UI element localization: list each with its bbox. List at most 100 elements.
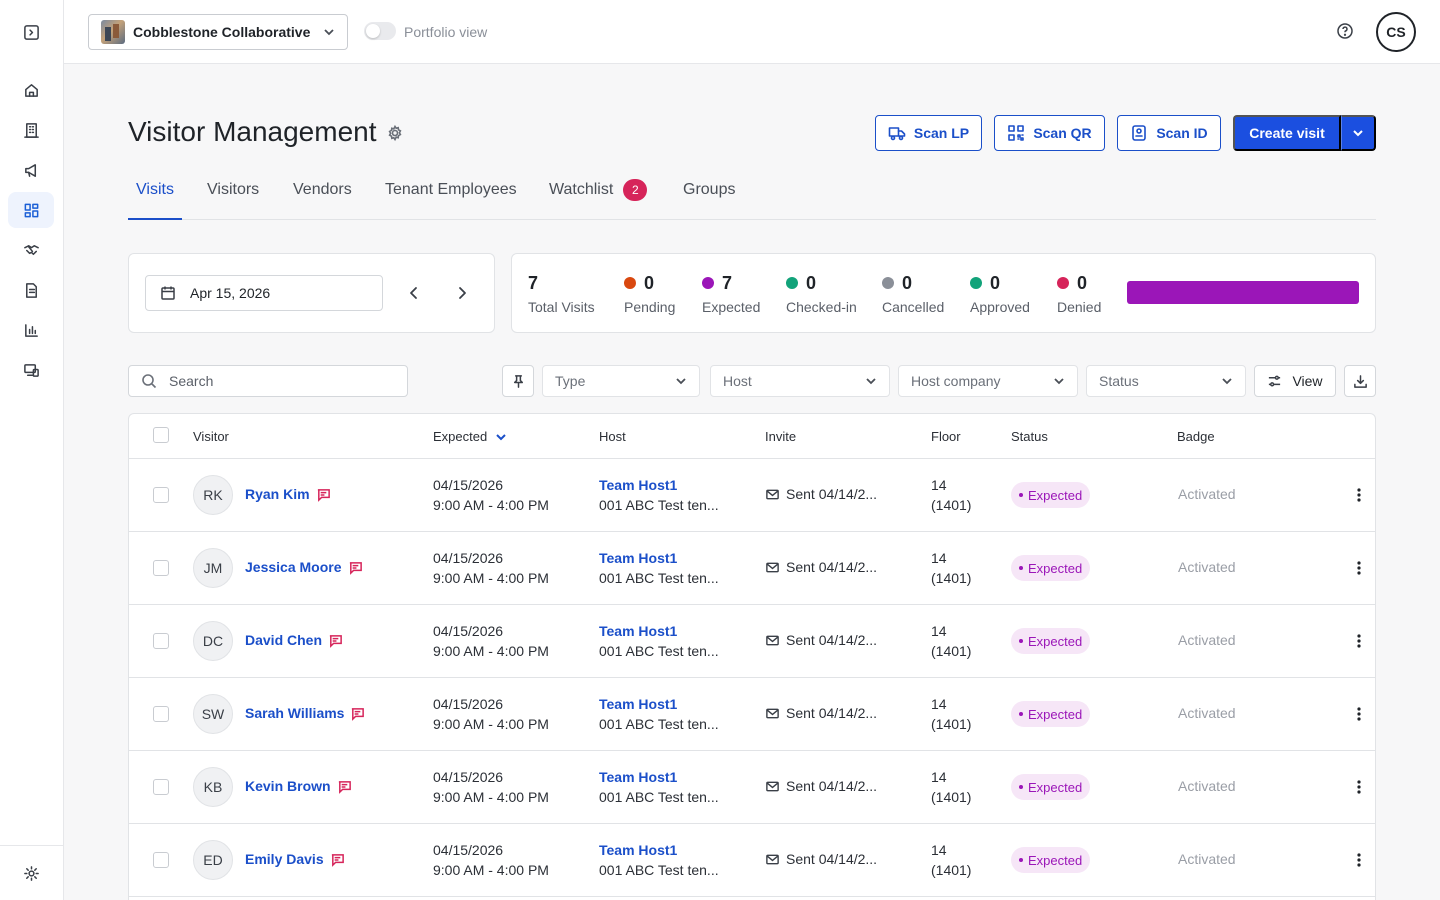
date-value: Apr 15, 2026 (190, 285, 271, 301)
row-actions-menu[interactable] (1351, 631, 1367, 651)
document-icon[interactable] (8, 272, 54, 308)
column-header-host[interactable]: Host (599, 429, 626, 444)
note-icon[interactable] (316, 487, 331, 502)
column-header-expected[interactable]: Expected (433, 429, 507, 444)
expand-sidebar-icon[interactable] (8, 14, 54, 50)
devices-icon[interactable] (8, 352, 54, 388)
download-button[interactable] (1344, 365, 1376, 397)
host-link[interactable]: Team Host1 (599, 475, 719, 495)
tab-visits[interactable]: Visits (128, 172, 182, 220)
host-cell: Team Host1 001 ABC Test ten... (599, 694, 719, 734)
avatar: JM (193, 548, 233, 588)
table-row[interactable]: DC David Chen 04/15/2026 9:00 AM - 4:00 PM T… (129, 605, 1375, 678)
home-icon[interactable] (8, 72, 54, 108)
column-header-floor[interactable]: Floor (931, 429, 961, 444)
scan-id-button[interactable]: Scan ID (1117, 115, 1221, 151)
visitor-name-link[interactable]: Jessica Moore (245, 559, 363, 575)
gear-icon[interactable] (386, 124, 404, 142)
visitor-name-link[interactable]: Ryan Kim (245, 486, 331, 502)
visitor-name-link[interactable]: Sarah Williams (245, 705, 365, 721)
note-icon[interactable] (337, 779, 352, 794)
visitor-name-link[interactable]: David Chen (245, 632, 343, 648)
host-link[interactable]: Team Host1 (599, 694, 719, 714)
expected-date: 04/15/2026 (433, 623, 504, 639)
table-row[interactable]: ED Emily Davis 04/15/2026 9:00 AM - 4:00 PM… (129, 824, 1375, 897)
host-company-filter[interactable]: Host company (898, 365, 1078, 397)
tab-watchlist[interactable]: Watchlist 2 (549, 172, 648, 220)
pin-filter-button[interactable] (502, 365, 534, 397)
chevron-down-icon (1054, 378, 1064, 385)
column-header-badge[interactable]: Badge (1177, 429, 1215, 444)
tab-visitors[interactable]: Visitors (207, 172, 259, 220)
portfolio-toggle[interactable] (364, 22, 396, 40)
avatar: KB (193, 767, 233, 807)
invite-cell: Sent 04/14/2... (765, 851, 877, 867)
host-link[interactable]: Team Host1 (599, 621, 719, 641)
row-checkbox[interactable] (153, 560, 169, 576)
tab-label: Vendors (293, 181, 352, 198)
visitor-name-link[interactable]: Kevin Brown (245, 778, 352, 794)
visitor-name: Emily Davis (245, 851, 324, 867)
row-actions-menu[interactable] (1351, 777, 1367, 797)
row-checkbox[interactable] (153, 852, 169, 868)
table-row[interactable]: RK Ryan Kim 04/15/2026 9:00 AM - 4:00 PM Tea… (129, 459, 1375, 532)
status-filter[interactable]: Status (1086, 365, 1246, 397)
floor-number: 14 (931, 550, 947, 566)
create-visit-dropdown[interactable] (1341, 115, 1376, 151)
visitor-name-link[interactable]: Emily Davis (245, 851, 345, 867)
row-actions-menu[interactable] (1351, 850, 1367, 870)
row-checkbox[interactable] (153, 487, 169, 503)
type-filter[interactable]: Type (542, 365, 700, 397)
row-actions-menu[interactable] (1351, 485, 1367, 505)
help-icon[interactable] (1336, 22, 1354, 40)
date-picker[interactable]: Apr 15, 2026 (145, 275, 383, 311)
table-row[interactable]: JM Jessica Moore 04/15/2026 9:00 AM - 4:00 … (129, 532, 1375, 605)
host-link[interactable]: Team Host1 (599, 840, 719, 860)
scan-id-label: Scan ID (1156, 125, 1208, 141)
suite-number: (1401) (931, 570, 972, 586)
invite-status: Sent 04/14/2... (786, 778, 878, 794)
tab-groups[interactable]: Groups (683, 172, 735, 220)
view-button[interactable]: View (1254, 365, 1336, 397)
dashboard-icon[interactable] (8, 192, 54, 228)
org-selector[interactable]: Cobblestone Collaborative (88, 14, 348, 50)
bar-chart-icon[interactable] (8, 312, 54, 348)
note-icon[interactable] (350, 706, 365, 721)
row-actions-menu[interactable] (1351, 558, 1367, 578)
handshake-icon[interactable] (8, 232, 54, 268)
note-icon[interactable] (348, 560, 363, 575)
row-checkbox[interactable] (153, 779, 169, 795)
select-all-checkbox[interactable] (153, 427, 169, 443)
tab-tenant-employees[interactable]: Tenant Employees (385, 172, 517, 220)
create-visit-button[interactable]: Create visit (1233, 115, 1341, 151)
host-filter[interactable]: Host (710, 365, 890, 397)
row-checkbox[interactable] (153, 706, 169, 722)
column-header-invite[interactable]: Invite (765, 429, 796, 444)
user-avatar[interactable]: CS (1376, 12, 1416, 52)
chevron-down-icon (676, 378, 686, 385)
host-link[interactable]: Team Host1 (599, 767, 719, 787)
row-actions-menu[interactable] (1351, 704, 1367, 724)
settings-icon[interactable] (8, 855, 54, 891)
cancelled-dot (882, 277, 894, 289)
next-day-button[interactable] (453, 284, 471, 302)
search-field[interactable] (128, 365, 408, 397)
row-checkbox[interactable] (153, 633, 169, 649)
table-row[interactable]: KB Kevin Brown 04/15/2026 9:00 AM - 4:00 PM… (129, 751, 1375, 824)
search-input[interactable] (169, 373, 389, 389)
note-icon[interactable] (328, 633, 343, 648)
tab-vendors[interactable]: Vendors (293, 172, 352, 220)
building-icon[interactable] (8, 112, 54, 148)
host-link[interactable]: Team Host1 (599, 548, 719, 568)
column-header-visitor[interactable]: Visitor (193, 429, 229, 444)
status-label: Expected (1028, 706, 1083, 722)
column-header-status[interactable]: Status (1011, 429, 1048, 444)
scan-lp-button[interactable]: Scan LP (875, 115, 982, 151)
prev-day-button[interactable] (405, 284, 423, 302)
floor-number: 14 (931, 842, 947, 858)
megaphone-icon[interactable] (8, 152, 54, 188)
note-icon[interactable] (330, 852, 345, 867)
scan-qr-button[interactable]: Scan QR (994, 115, 1105, 151)
table-row[interactable]: SW Sarah Williams 04/15/2026 9:00 AM - 4:00… (129, 678, 1375, 751)
invite-cell: Sent 04/14/2... (765, 486, 877, 502)
